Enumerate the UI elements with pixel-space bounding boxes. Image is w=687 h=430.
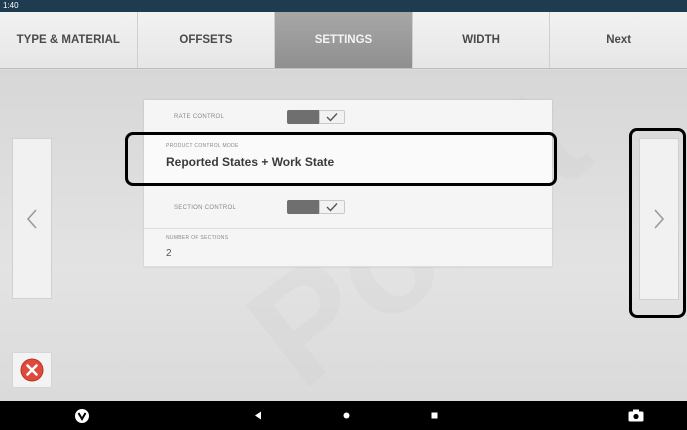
back-triangle-icon (255, 411, 261, 420)
section-control-label: SECTION CONTROL (174, 205, 237, 211)
app-logo-icon (75, 408, 89, 423)
app-logo-button[interactable] (68, 401, 96, 430)
status-bar: 1:40 (0, 0, 687, 12)
recents-button[interactable] (424, 401, 444, 430)
home-button[interactable] (336, 401, 356, 430)
check-icon (326, 113, 338, 122)
section-control-row: SECTION CONTROL (144, 185, 552, 229)
number-of-sections-row[interactable]: NUMBER OF SECTIONS 2 (144, 229, 552, 267)
tab-bar: TYPE & MATERIAL OFFSETS SETTINGS WIDTH N… (0, 12, 687, 69)
chevron-left-icon (26, 208, 37, 229)
tab-next[interactable]: Next (550, 12, 687, 68)
number-of-sections-label: NUMBER OF SECTIONS (166, 235, 229, 241)
prev-button[interactable] (12, 138, 52, 299)
tab-width[interactable]: WIDTH (412, 12, 551, 68)
cancel-button[interactable] (12, 352, 52, 388)
tab-type-material[interactable]: TYPE & MATERIAL (0, 12, 138, 68)
android-nav-bar (0, 401, 687, 430)
number-of-sections-value: 2 (166, 248, 172, 259)
recents-square-icon (431, 412, 437, 419)
section-control-toggle[interactable] (287, 200, 345, 214)
toggle-thumb (319, 110, 345, 124)
home-dot-icon (343, 412, 349, 419)
toggle-track (287, 200, 319, 214)
toggle-track (287, 110, 319, 124)
status-time: 1:40 (3, 1, 19, 10)
cancel-x-icon (20, 358, 44, 382)
rate-control-toggle[interactable] (287, 110, 345, 124)
camera-icon (628, 409, 644, 422)
tab-offsets[interactable]: OFFSETS (137, 12, 276, 68)
tab-settings[interactable]: SETTINGS (275, 12, 413, 68)
highlight-next-button (629, 128, 686, 318)
back-button[interactable] (248, 401, 268, 430)
check-icon (326, 203, 338, 212)
toggle-thumb (319, 200, 345, 214)
rate-control-row: RATE CONTROL (144, 100, 552, 133)
highlight-control-mode (125, 132, 557, 186)
screenshot-button[interactable] (622, 401, 650, 430)
rate-control-label: RATE CONTROL (174, 114, 225, 120)
